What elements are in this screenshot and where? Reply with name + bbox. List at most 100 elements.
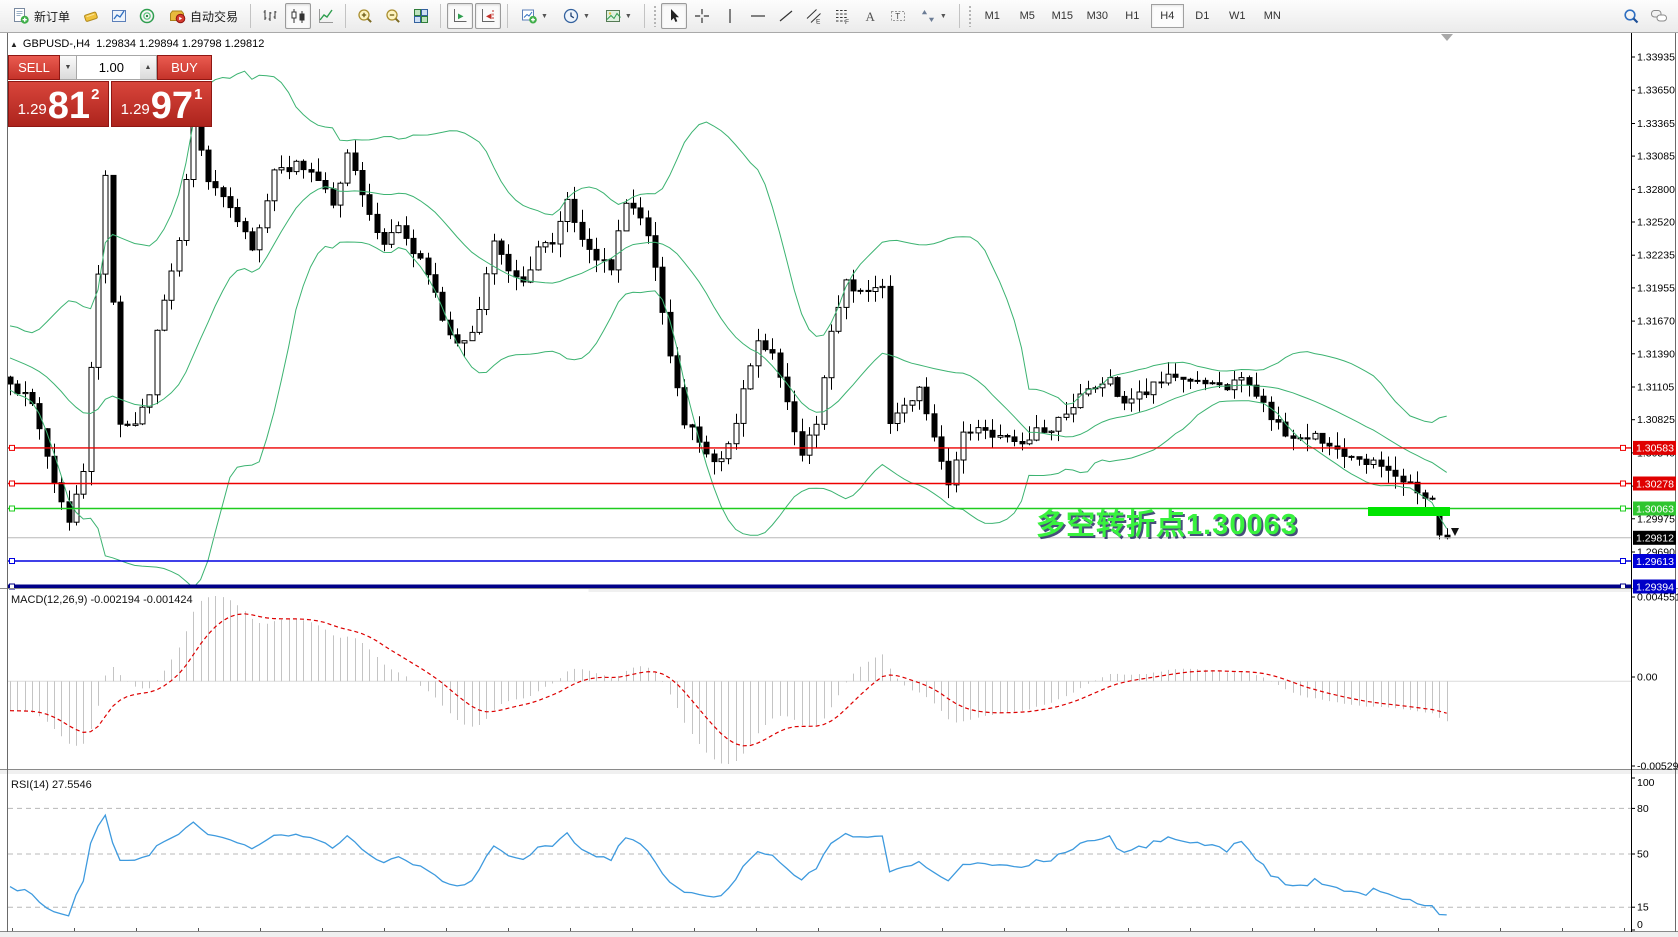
text-label-button[interactable]: T [885,3,911,29]
rsi-label: RSI(14) 27.5546 [11,779,92,791]
toolbar-group-timeframes: M1M5M15 M30 H1H4D1W1MN [975,1,1290,31]
sell-price-box[interactable]: 1.29 81 2 [8,81,109,127]
timeframe-m30[interactable]: M30 [1081,4,1114,28]
toolbar-grip [653,5,657,27]
svg-text:E: E [816,19,821,26]
toolbar-separator [250,4,251,28]
volume-input[interactable]: 1.00 [77,55,140,80]
timeframe-mn[interactable]: MN [1256,4,1289,28]
rsi-tick-label: 80 [1637,803,1649,815]
arrows-button[interactable]: ▼ [913,3,953,29]
trendline-icon [777,7,795,25]
rsi-tick-label: 50 [1637,849,1649,861]
chevron-down-icon[interactable]: ▼ [541,13,548,20]
line-handle[interactable] [1621,481,1626,486]
new-chart-button[interactable]: ▼ [514,3,554,29]
charts-button[interactable] [106,3,132,29]
price-tick-label: 1.31670 [1637,316,1675,328]
auto-scroll-button[interactable] [447,3,473,29]
toolbar-separator [959,4,960,28]
buy-price-box[interactable]: 1.29 97 1 [111,81,212,127]
buy-button[interactable]: BUY [157,55,212,80]
timeframe-h1[interactable]: H1 [1116,4,1149,28]
market-watch-button[interactable] [78,3,104,29]
svg-text:T: T [895,12,900,21]
zoom-in-button[interactable] [352,3,378,29]
timeframe-d1[interactable]: D1 [1186,4,1219,28]
collapse-panel-icon[interactable]: ▲ [10,40,18,49]
horizontal-line-button[interactable] [745,3,771,29]
timeframe-m30-label: M30 [1087,10,1108,22]
fibonacci-button[interactable]: F [829,3,855,29]
timeframe-m15[interactable]: M15 [1046,4,1079,28]
charts-icon [110,7,128,25]
equidistant-channel-button[interactable]: E [801,3,827,29]
toolbar-separator [345,4,346,28]
price-tick-label: 1.33085 [1637,151,1675,163]
line-handle[interactable] [1621,559,1626,564]
chevron-down-icon[interactable]: ▼ [940,13,947,20]
tile-windows-icon [412,7,430,25]
price-tick-label: 1.32235 [1637,250,1675,262]
cursor-icon [665,7,683,25]
price-tick-label: 1.33365 [1637,118,1675,130]
chart-canvas[interactable]: 1.339351.336501.333651.330851.328001.325… [0,33,1678,937]
sell-price-sup: 2 [91,86,99,103]
zoom-out-icon [384,7,402,25]
line-handle[interactable] [1621,506,1626,511]
rsi-tick-label: 0 [1637,919,1643,931]
auto-scroll-icon [451,7,469,25]
volume-increase-button[interactable]: ▲ [140,55,157,80]
green-highlight-bar[interactable] [1368,507,1450,516]
price-badge-label: 1.30278 [1636,478,1674,490]
toolbar-group-scroll [446,1,502,31]
autotrade-button[interactable]: 自动交易 [162,3,244,29]
line-handle[interactable] [1621,445,1626,450]
sell-price-big: 81 [48,91,90,122]
volume-decrease-button[interactable]: ▼ [60,55,77,80]
chat-button[interactable] [1646,3,1672,29]
search-button[interactable] [1618,3,1644,29]
trendline-button[interactable] [773,3,799,29]
market-watch-icon [82,7,100,25]
sell-button[interactable]: SELL [8,55,60,80]
chevron-down-icon[interactable]: ▼ [625,13,632,20]
templates-button[interactable]: ▼ [598,3,638,29]
text-button[interactable]: A [857,3,883,29]
periods-button[interactable]: ▼ [556,3,596,29]
tile-windows-button[interactable] [408,3,434,29]
price-badge-label: 1.29613 [1636,556,1674,568]
crosshair-button[interactable] [689,3,715,29]
candle-chart-icon [289,7,307,25]
price-tick-label: 1.31105 [1637,382,1674,394]
line-handle[interactable] [10,445,15,450]
new-order-icon [12,7,30,25]
search-icon [1622,7,1640,25]
chart-annotation-text[interactable]: 多空转折点1.30063 [1036,501,1298,543]
timeframe-h4[interactable]: H4 [1151,4,1184,28]
text-icon: A [861,7,879,25]
timeframe-m5[interactable]: M5 [1011,4,1044,28]
timeframe-m1[interactable]: M1 [976,4,1009,28]
bar-chart-button[interactable] [257,3,283,29]
vertical-line-button[interactable] [717,3,743,29]
price-badge-label: 1.29394 [1636,581,1674,593]
candle-chart-button[interactable] [285,3,311,29]
strategy-tester-button[interactable] [134,3,160,29]
one-click-trading-panel: SELL ▼ 1.00 ▲ BUY 1.29 81 2 1.29 97 1 [8,55,212,127]
chart-shift-button[interactable] [475,3,501,29]
zoom-out-button[interactable] [380,3,406,29]
autotrade-icon [168,7,186,25]
new-order-button-label: 新订单 [34,8,70,25]
new-order-button[interactable]: 新订单 [6,3,76,29]
line-handle[interactable] [10,506,15,511]
cursor-button[interactable] [661,3,687,29]
buy-price-small: 1.29 [121,101,150,118]
line-handle[interactable] [10,481,15,486]
line-handle[interactable] [10,559,15,564]
fibonacci-icon: F [833,7,851,25]
timeframe-w1[interactable]: W1 [1221,4,1254,28]
chevron-down-icon[interactable]: ▼ [583,13,590,20]
svg-text:A: A [865,9,875,24]
line-chart-button[interactable] [313,3,339,29]
